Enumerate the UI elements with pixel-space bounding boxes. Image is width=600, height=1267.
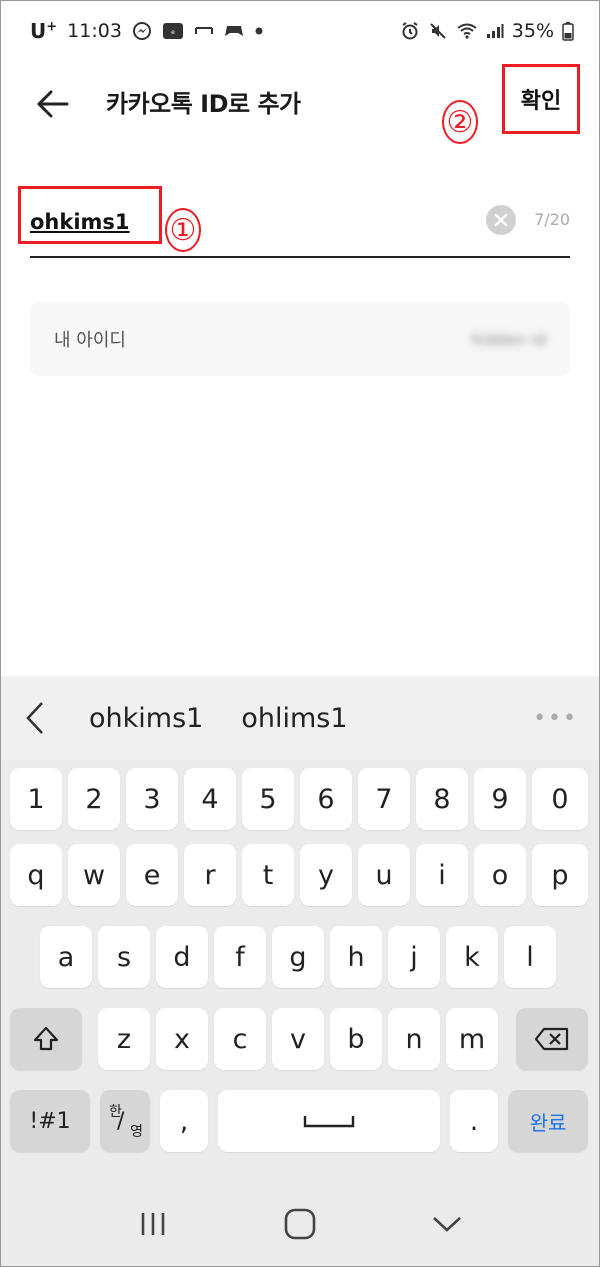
key-k[interactable]: k <box>446 926 498 988</box>
keyboard-row-bottom: !#1 한 / 영 , . 완료 <box>0 1090 600 1156</box>
done-key[interactable]: 완료 <box>508 1090 588 1152</box>
game-icon <box>224 23 244 39</box>
key-i[interactable]: i <box>416 844 468 906</box>
wifi-icon <box>456 22 478 40</box>
key-f[interactable]: f <box>214 926 266 988</box>
my-id-row[interactable]: 내 아이디 hidden id <box>30 302 570 376</box>
key-2[interactable]: 2 <box>68 768 120 830</box>
key-3[interactable]: 3 <box>126 768 178 830</box>
language-toggle-key[interactable]: 한 / 영 <box>100 1090 150 1152</box>
home-button[interactable] <box>265 1194 335 1254</box>
key-g[interactable]: g <box>272 926 324 988</box>
messenger-icon <box>132 21 152 41</box>
key-0[interactable]: 0 <box>532 768 588 830</box>
hanyeong-slash: / <box>117 1109 125 1134</box>
key-y[interactable]: y <box>300 844 352 906</box>
more-options-icon[interactable]: ••• <box>533 706 578 731</box>
key-m[interactable]: m <box>446 1008 498 1070</box>
suggestion-bar: ohkims1 ohlims1 ••• <box>0 676 600 760</box>
key-h[interactable]: h <box>330 926 382 988</box>
hide-keyboard-button[interactable] <box>412 1194 482 1254</box>
char-count: 7/20 <box>534 210 570 229</box>
status-bar: U+ 11:03 e 35% <box>0 0 600 62</box>
chevron-down-icon <box>432 1216 461 1232</box>
keyboard-row-1: q w e r t y u i o p <box>0 844 600 910</box>
hanyeong-bottom-label: 영 <box>130 1124 143 1140</box>
key-5[interactable]: 5 <box>242 768 294 830</box>
keyboard: ohkims1 ohlims1 ••• 1 2 3 4 5 6 7 8 9 0 … <box>0 676 600 1267</box>
key-p[interactable]: p <box>532 844 588 906</box>
key-q[interactable]: q <box>10 844 62 906</box>
svg-text:e: e <box>171 29 175 36</box>
status-time: 11:03 <box>67 20 122 42</box>
key-u[interactable]: u <box>358 844 410 906</box>
id-field: 7/20 <box>18 186 570 258</box>
key-o[interactable]: o <box>474 844 526 906</box>
suggestion-back-button[interactable] <box>0 676 70 760</box>
clear-input-button[interactable] <box>486 205 516 235</box>
space-key[interactable] <box>218 1090 440 1152</box>
shift-arrow-icon <box>33 1026 59 1051</box>
key-period[interactable]: . <box>450 1090 498 1152</box>
battery-percent: 35% <box>511 20 554 42</box>
close-icon <box>494 213 508 227</box>
key-comma[interactable]: , <box>160 1090 208 1152</box>
suggestion-item[interactable]: ohlims1 <box>222 703 366 734</box>
backspace-icon <box>534 1027 569 1051</box>
key-v[interactable]: v <box>272 1008 324 1070</box>
key-4[interactable]: 4 <box>184 768 236 830</box>
key-t[interactable]: t <box>242 844 294 906</box>
mute-icon <box>428 21 448 41</box>
symbols-key[interactable]: !#1 <box>10 1090 90 1152</box>
keyboard-row-3: z x c v b n m <box>0 1008 600 1074</box>
my-id-label: 내 아이디 <box>54 330 126 351</box>
shift-key[interactable] <box>10 1008 82 1070</box>
header: 카카오톡 ID로 추가 확인 <box>0 62 600 142</box>
key-d[interactable]: d <box>156 926 208 988</box>
dash-icon <box>194 24 214 38</box>
key-z[interactable]: z <box>98 1008 150 1070</box>
key-x[interactable]: x <box>156 1008 208 1070</box>
dot-icon <box>254 26 264 36</box>
suggestion-item[interactable]: ohkims1 <box>70 703 222 734</box>
navigation-bar <box>0 1180 600 1267</box>
annotation-marker-1: ① <box>165 208 201 252</box>
battery-icon <box>562 21 574 41</box>
kakao-id-input[interactable] <box>30 202 470 242</box>
keyboard-row-numbers: 1 2 3 4 5 6 7 8 9 0 <box>0 768 600 834</box>
chevron-left-icon <box>26 702 43 734</box>
key-b[interactable]: b <box>330 1008 382 1070</box>
alarm-icon <box>400 21 420 41</box>
key-j[interactable]: j <box>388 926 440 988</box>
back-button[interactable] <box>28 82 76 126</box>
recent-apps-button[interactable] <box>118 1194 188 1254</box>
key-n[interactable]: n <box>388 1008 440 1070</box>
key-s[interactable]: s <box>98 926 150 988</box>
key-a[interactable]: a <box>40 926 92 988</box>
key-7[interactable]: 7 <box>358 768 410 830</box>
carrier-label: U+ <box>30 19 58 43</box>
key-1[interactable]: 1 <box>10 768 62 830</box>
key-8[interactable]: 8 <box>416 768 468 830</box>
annotation-marker-2: ② <box>442 100 478 144</box>
home-icon <box>284 1208 316 1239</box>
key-6[interactable]: 6 <box>300 768 352 830</box>
recent-apps-icon <box>142 1212 165 1235</box>
keyboard-row-2: a s d f g h j k l <box>0 926 600 992</box>
key-e[interactable]: e <box>126 844 178 906</box>
space-bar-icon <box>303 1116 355 1128</box>
arrow-left-icon <box>37 90 69 118</box>
key-9[interactable]: 9 <box>474 768 526 830</box>
confirm-button[interactable]: 확인 <box>502 64 580 134</box>
emart-icon: e <box>162 21 184 41</box>
backspace-key[interactable] <box>516 1008 588 1070</box>
key-w[interactable]: w <box>68 844 120 906</box>
key-r[interactable]: r <box>184 844 236 906</box>
my-id-value-blurred: hidden id <box>471 329 546 349</box>
signal-icon <box>486 23 504 39</box>
key-l[interactable]: l <box>504 926 556 988</box>
key-c[interactable]: c <box>214 1008 266 1070</box>
page-title: 카카오톡 ID로 추가 <box>106 90 301 118</box>
